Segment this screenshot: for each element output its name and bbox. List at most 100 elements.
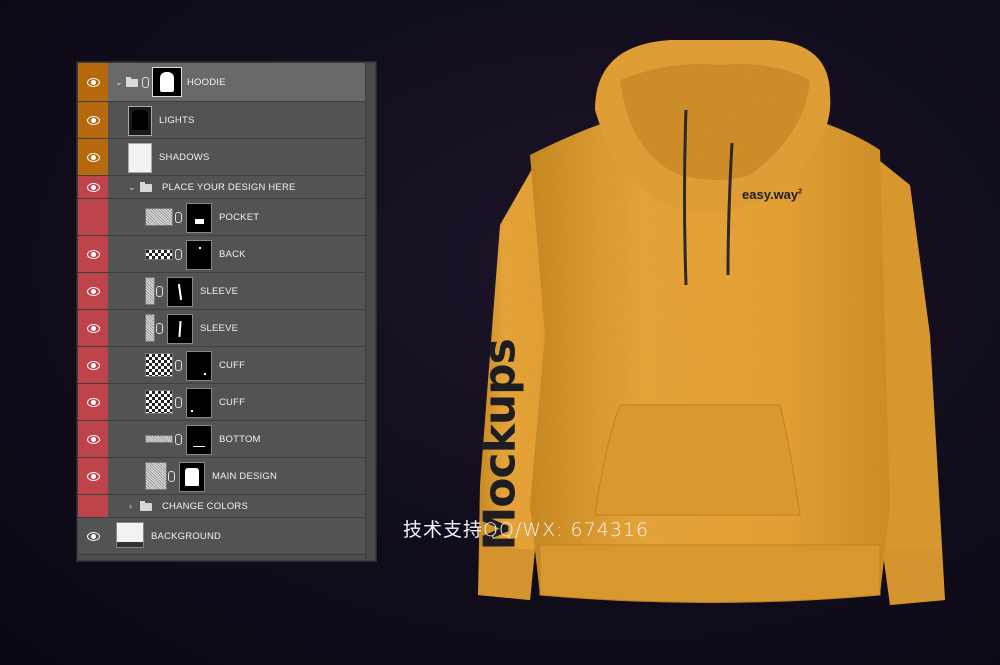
layer-name: MAIN DESIGN [212,470,278,482]
link-icon [175,249,182,260]
layer-mask-thumbnail [186,240,212,270]
eye-icon [87,213,100,222]
smart-object-thumbnail [145,249,173,260]
layer-row-shadows[interactable]: SHADOWS [78,139,365,176]
layer-row-pocket[interactable]: POCKET [78,199,365,236]
visibility-toggle[interactable] [78,176,108,198]
sleeve-print: Mockups [474,339,526,551]
layer-mask-thumbnail [186,388,212,418]
layer-name: SLEEVE [200,285,239,297]
folder-icon [140,182,152,192]
chevron-down-icon[interactable]: ⌄ [128,176,136,198]
eye-icon [86,531,100,541]
layer-row-lights[interactable]: LIGHTS [78,102,365,139]
chest-logo-text: easy.way [742,187,799,202]
layer-mask-thumbnail [167,314,193,344]
visibility-toggle[interactable] [78,139,108,175]
layer-thumbnail [128,143,152,173]
eye-icon [86,286,100,296]
layers-scrollbar[interactable] [365,63,375,560]
hoodie-illustration [478,40,945,605]
link-icon [142,77,149,88]
layer-thumbnail [128,106,152,136]
watermark-text: 技术支持QQ/WX: 674316 [403,519,650,541]
layers-panel: ⌄ HOODIE LIGHTS SHADOWS ⌄ PLACE YOUR DES… [77,62,376,561]
link-icon [168,471,175,482]
eye-icon [86,397,100,407]
smart-object-thumbnail [145,462,167,490]
layer-mask-thumbnail [152,67,182,97]
layer-name: BACK [219,248,246,260]
link-icon [175,212,182,223]
layer-mask-thumbnail [186,425,212,455]
layer-row-change-colors[interactable]: › CHANGE COLORS [78,495,365,518]
layer-row-main-design[interactable]: MAIN DESIGN [78,458,365,495]
visibility-toggle[interactable] [78,421,108,457]
layer-row-sleeve[interactable]: SLEEVE [78,310,365,347]
eye-icon [86,249,100,259]
smart-object-thumbnail [145,208,173,226]
link-icon [156,323,163,334]
link-icon [175,397,182,408]
layer-name: BOTTOM [219,433,261,445]
layer-row-hoodie[interactable]: ⌄ HOODIE [78,63,365,102]
layer-name: SHADOWS [159,151,210,163]
chevron-down-icon[interactable]: ⌄ [115,63,123,101]
layer-row-cuff[interactable]: CUFF [78,347,365,384]
link-icon [175,434,182,445]
layer-mask-thumbnail [186,203,212,233]
eye-icon [86,434,100,444]
visibility-toggle[interactable] [78,63,108,101]
chest-logo: easy.way2 [742,187,802,202]
visibility-toggle[interactable] [78,384,108,420]
layer-row-background[interactable]: BACKGROUND [78,518,365,555]
layer-name: POCKET [219,211,260,223]
visibility-toggle[interactable] [78,347,108,383]
chevron-right-icon[interactable]: › [129,495,132,517]
eye-icon [86,323,100,333]
layer-name: CUFF [219,359,246,371]
visibility-toggle[interactable] [78,273,108,309]
layer-name: LIGHTS [159,114,195,126]
eye-icon [87,502,100,511]
layer-row-back[interactable]: BACK [78,236,365,273]
layer-row-sleeve[interactable]: SLEEVE [78,273,365,310]
layer-row-place-your-design-here[interactable]: ⌄ PLACE YOUR DESIGN HERE [78,176,365,199]
layer-name: CHANGE COLORS [162,500,249,512]
eye-icon [86,115,100,125]
smart-object-thumbnail [145,314,155,342]
layer-row-bottom[interactable]: BOTTOM [78,421,365,458]
smart-object-thumbnail [145,390,173,414]
link-icon [156,286,163,297]
eye-icon [86,77,100,87]
layer-name: PLACE YOUR DESIGN HERE [162,181,296,193]
layer-name: SLEEVE [200,322,239,334]
hoodie-mockup: easy.way2 Mockups [470,35,960,655]
visibility-toggle[interactable] [78,236,108,272]
visibility-toggle[interactable] [78,310,108,346]
eye-icon [86,152,100,162]
layer-thumbnail [116,522,144,548]
layer-name: HOODIE [187,76,226,88]
smart-object-thumbnail [145,277,155,305]
eye-icon [86,471,100,481]
visibility-toggle[interactable] [78,518,108,554]
smart-object-thumbnail [145,435,173,443]
eye-icon [86,360,100,370]
visibility-toggle[interactable] [78,495,108,517]
layer-row-cuff[interactable]: CUFF [78,384,365,421]
link-icon [175,360,182,371]
layer-name: CUFF [219,396,246,408]
folder-icon [126,77,138,87]
visibility-toggle[interactable] [78,199,108,235]
layer-name: BACKGROUND [151,530,222,542]
visibility-toggle[interactable] [78,458,108,494]
layer-mask-thumbnail [186,351,212,381]
drawstring-left [683,109,688,286]
smart-object-thumbnail [145,353,173,377]
layer-mask-thumbnail [167,277,193,307]
chest-logo-superscript: 2 [798,188,803,196]
visibility-toggle[interactable] [78,102,108,138]
folder-icon [140,501,152,511]
eye-icon [86,182,100,192]
